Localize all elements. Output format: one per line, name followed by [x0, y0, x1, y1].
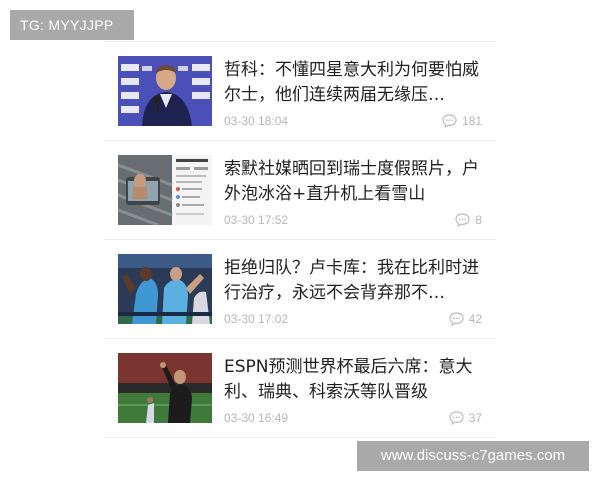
channel-tag-overlay: TG: MYYJJPP	[10, 10, 134, 40]
news-meta: 03-30 18:04 181	[224, 113, 482, 129]
comment-bubble-icon	[449, 411, 464, 425]
news-item[interactable]: ESPN预测世界杯最后六席：意大利、瑞典、科索沃等队晋级 03-30 16:49…	[104, 339, 496, 438]
comment-count: 37	[468, 411, 482, 425]
news-item[interactable]: 拒绝归队？卢卡库：我在比利时进行治疗，永远不会背弃那不… 03-30 17:02…	[104, 240, 496, 339]
social-media-thumbnail	[118, 155, 212, 225]
news-title[interactable]: 拒绝归队？卢卡库：我在比利时进行治疗，永远不会背弃那不…	[224, 256, 479, 306]
comment-count-group[interactable]: 42	[449, 311, 482, 327]
comment-bubble-icon	[455, 213, 470, 227]
site-watermark: www.discuss-c7games.com	[357, 441, 589, 471]
news-time: 03-30 16:49	[224, 411, 289, 425]
comment-count: 8	[475, 213, 482, 227]
news-time: 03-30 17:02	[224, 312, 289, 326]
news-item[interactable]: 索默社媒晒回到瑞士度假照片，户外泡冰浴+直升机上看雪山 03-30 17:52 …	[104, 141, 496, 240]
comment-bubble-icon	[442, 114, 457, 128]
news-item[interactable]: 哲科：不懂四星意大利为何要怕威尔士，他们连续两届无缘压… 03-30 18:04…	[104, 42, 496, 141]
coach-on-pitch-thumbnail	[118, 353, 212, 423]
news-title[interactable]: 索默社媒晒回到瑞士度假照片，户外泡冰浴+直升机上看雪山	[224, 157, 479, 207]
comment-count-group[interactable]: 8	[455, 212, 482, 228]
press-conference-thumbnail	[118, 56, 212, 126]
news-time: 03-30 17:52	[224, 213, 289, 227]
news-title[interactable]: 哲科：不懂四星意大利为何要怕威尔士，他们连续两届无缘压…	[224, 58, 479, 108]
news-meta: 03-30 17:02 42	[224, 311, 482, 327]
news-meta: 03-30 16:49 37	[224, 410, 482, 426]
players-celebrating-thumbnail	[118, 254, 212, 324]
comment-bubble-icon	[449, 312, 464, 326]
comment-count-group[interactable]: 37	[449, 410, 482, 426]
news-title[interactable]: ESPN预测世界杯最后六席：意大利、瑞典、科索沃等队晋级	[224, 355, 479, 405]
comment-count: 181	[461, 114, 482, 128]
news-meta: 03-30 17:52 8	[224, 212, 482, 228]
comment-count-group[interactable]: 181	[442, 113, 482, 129]
comment-count: 42	[468, 312, 482, 326]
news-list: 哲科：不懂四星意大利为何要怕威尔士，他们连续两届无缘压… 03-30 18:04…	[104, 42, 496, 438]
news-time: 03-30 18:04	[224, 114, 289, 128]
